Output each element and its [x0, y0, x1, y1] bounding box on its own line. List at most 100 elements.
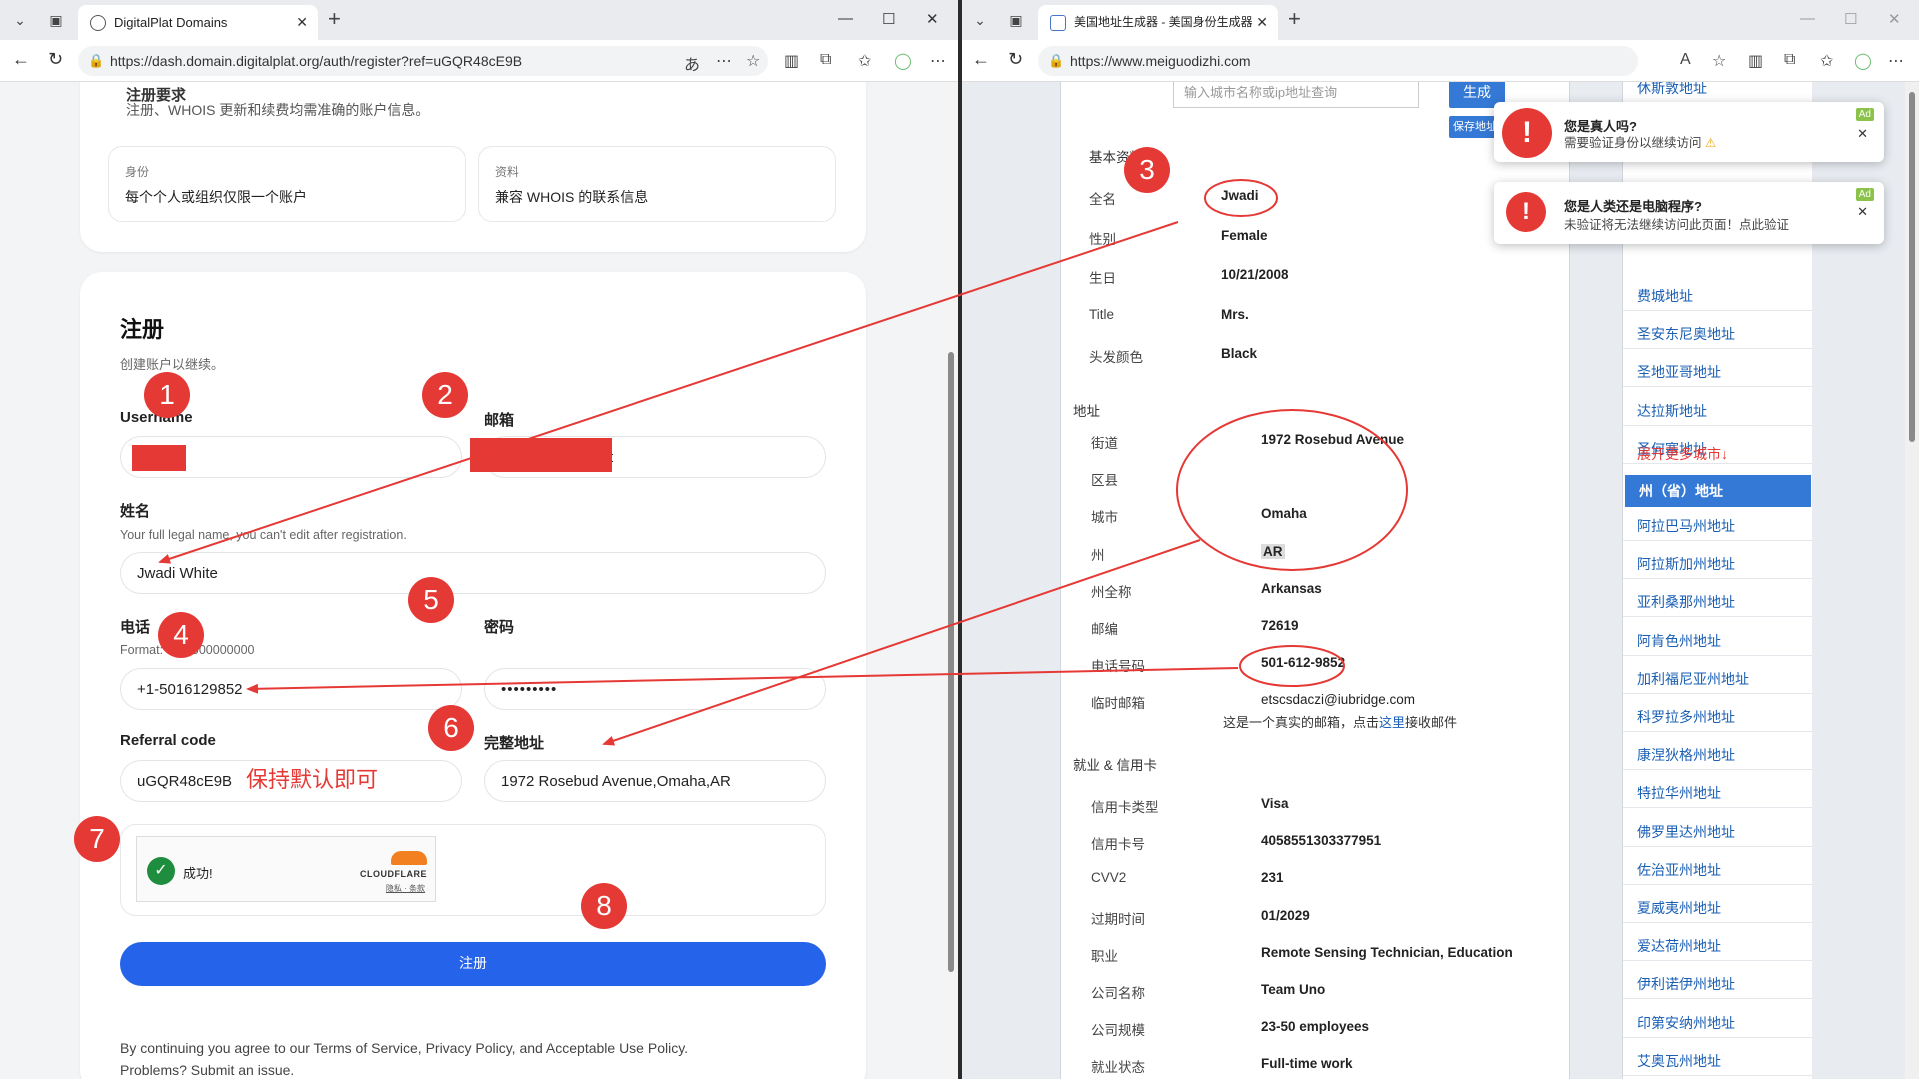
workspaces-icon[interactable]: ▣: [1004, 8, 1028, 32]
tab-actions-icon[interactable]: ⌄: [8, 8, 32, 32]
collections-icon[interactable]: ✩: [858, 51, 871, 71]
url-field[interactable]: 🔒 https://dash.domain.digitalplat.org/au…: [78, 46, 768, 76]
minimize-icon[interactable]: —: [838, 10, 853, 27]
collections-icon[interactable]: ✩: [1820, 51, 1833, 71]
maximize-icon[interactable]: ☐: [1844, 10, 1857, 28]
split-screen-icon[interactable]: ▥: [784, 51, 799, 71]
field-value[interactable]: Mrs.: [1221, 307, 1249, 322]
field-key: 过期时间: [1091, 911, 1145, 927]
menu-icon[interactable]: ⋯: [930, 51, 946, 71]
field-value[interactable]: Black: [1221, 346, 1257, 361]
field-value[interactable]: Jwadi: [1221, 188, 1259, 203]
password-label: 密码: [484, 619, 515, 636]
favorite-icon[interactable]: ☆: [746, 51, 760, 71]
field-value[interactable]: etscsdaczi@iubridge.com: [1261, 692, 1415, 707]
field-value[interactable]: 72619: [1261, 618, 1299, 633]
minimize-icon[interactable]: —: [1800, 10, 1815, 27]
close-window-icon[interactable]: ✕: [926, 10, 939, 28]
email-inbox-link[interactable]: 这里: [1379, 715, 1405, 730]
sidebar-state-link[interactable]: 伊利诺伊州地址: [1637, 974, 1735, 994]
tab-actions-icon[interactable]: ⌄: [968, 8, 992, 32]
sidebar-city-link[interactable]: 圣安东尼奥地址: [1637, 324, 1735, 344]
close-popup-icon[interactable]: ✕: [1857, 204, 1868, 220]
field-value[interactable]: Team Uno: [1261, 982, 1325, 997]
profile-check-icon[interactable]: ◯: [1854, 51, 1872, 71]
captcha-links[interactable]: 隐私 · 条款: [386, 883, 425, 894]
close-tab-icon[interactable]: ✕: [1256, 5, 1268, 40]
sidebar-state-link[interactable]: 康涅狄格州地址: [1637, 745, 1735, 765]
field-value[interactable]: Arkansas: [1261, 581, 1322, 596]
sidebar-city-partial[interactable]: 休斯敦地址: [1637, 82, 1707, 98]
left-scrollbar[interactable]: [944, 82, 958, 1079]
back-icon[interactable]: ←: [12, 49, 30, 70]
left-scroll-thumb[interactable]: [948, 352, 954, 972]
verify-popup-2[interactable]: ! 您是人类还是电脑程序? 未验证将无法继续访问此页面！点此验证 Ad ✕: [1494, 182, 1884, 244]
sidebar-state-link[interactable]: 阿肯色州地址: [1637, 631, 1721, 651]
sidebar-city-link[interactable]: 达拉斯地址: [1637, 401, 1707, 421]
translate-icon[interactable]: あ: [684, 51, 700, 75]
field-value[interactable]: AR: [1261, 543, 1285, 559]
field-value[interactable]: Visa: [1261, 796, 1289, 811]
sidebar-state-link[interactable]: 科罗拉多州地址: [1637, 707, 1735, 727]
extensions-icon[interactable]: ⧉: [1784, 51, 1795, 69]
right-scroll-thumb[interactable]: [1909, 92, 1915, 442]
profile-check-icon[interactable]: ◯: [894, 51, 912, 71]
sidebar-state-link[interactable]: 加利福尼亚州地址: [1637, 669, 1749, 689]
register-button[interactable]: 注册: [120, 942, 826, 986]
refresh-icon[interactable]: ↻: [48, 49, 63, 70]
profile-card: 资料 兼容 WHOIS 的联系信息: [478, 146, 836, 222]
refresh-icon[interactable]: ↻: [1008, 49, 1023, 70]
field-value[interactable]: Female: [1221, 228, 1268, 243]
sidebar-state-link[interactable]: 夏威夷州地址: [1637, 898, 1721, 918]
address-generator-page: 输入城市名称或ip地址查询 生成 保存地址 基本资料 全名 Jwadi 性别 Fema…: [962, 82, 1905, 1079]
field-value[interactable]: 1972 Rosebud Avenue: [1261, 432, 1404, 447]
sidebar-city-link[interactable]: 圣地亚哥地址: [1637, 362, 1721, 382]
city-search-input[interactable]: 输入城市名称或ip地址查询: [1173, 82, 1419, 108]
expand-more-cities-link[interactable]: 展开更多城市↓: [1637, 444, 1728, 464]
captcha-widget[interactable]: ✓ 成功! CLOUDFLARE 隐私 · 条款: [136, 836, 436, 902]
field-value[interactable]: 501-612-9852: [1261, 655, 1345, 670]
menu-icon[interactable]: ⋯: [1888, 51, 1904, 71]
sidebar-state-link[interactable]: 艾奥瓦州地址: [1637, 1051, 1721, 1071]
sidebar-state-link[interactable]: 特拉华州地址: [1637, 783, 1721, 803]
field-value[interactable]: 01/2029: [1261, 908, 1310, 923]
sidebar-city-link[interactable]: 费城地址: [1637, 286, 1693, 306]
maximize-icon[interactable]: ☐: [882, 10, 895, 28]
more-page-icon[interactable]: ⋯: [716, 51, 732, 71]
field-value[interactable]: Remote Sensing Technician, Education: [1261, 945, 1513, 960]
field-value[interactable]: 10/21/2008: [1221, 267, 1289, 282]
extensions-icon[interactable]: ⧉: [820, 51, 831, 69]
new-tab-icon[interactable]: +: [328, 8, 341, 30]
field-value[interactable]: 4058551303377951: [1261, 833, 1381, 848]
sidebar-state-link[interactable]: 佛罗里达州地址: [1637, 822, 1735, 842]
address-section-title: 地址: [1073, 404, 1100, 419]
tab-digitalplat[interactable]: DigitalPlat Domains ✕: [78, 5, 318, 40]
back-icon[interactable]: ←: [972, 49, 990, 70]
favorite-icon[interactable]: ☆: [1712, 51, 1726, 71]
right-scrollbar[interactable]: [1905, 82, 1919, 1079]
address-input[interactable]: 1972 Rosebud Avenue,Omaha,AR: [484, 760, 826, 802]
field-value[interactable]: Full-time work: [1261, 1056, 1353, 1071]
sidebar-state-link[interactable]: 阿拉巴马州地址: [1637, 516, 1735, 536]
close-window-icon[interactable]: ✕: [1888, 10, 1901, 28]
sidebar-state-link[interactable]: 阿拉斯加州地址: [1637, 554, 1735, 574]
field-value[interactable]: Omaha: [1261, 506, 1307, 521]
phone-input[interactable]: +1-5016129852: [120, 668, 462, 710]
verify-popup-1[interactable]: ! 您是真人吗? 需要验证身份以继续访问 ⚠ Ad ✕: [1494, 102, 1884, 162]
sidebar-state-link[interactable]: 爱达荷州地址: [1637, 936, 1721, 956]
field-value[interactable]: 231: [1261, 870, 1284, 885]
sidebar-state-link[interactable]: 印第安纳州地址: [1637, 1013, 1735, 1033]
read-aloud-icon[interactable]: A: [1680, 51, 1691, 69]
sidebar-state-link[interactable]: 佐治亚州地址: [1637, 860, 1721, 880]
split-screen-icon[interactable]: ▥: [1748, 51, 1763, 71]
tab-meiguodizhi[interactable]: 美国地址生成器 - 美国身份生成器 ✕: [1038, 5, 1278, 40]
close-tab-icon[interactable]: ✕: [296, 5, 308, 40]
name-input[interactable]: Jwadi White: [120, 552, 826, 594]
url-field[interactable]: 🔒 https://www.meiguodizhi.com: [1038, 46, 1638, 76]
sidebar-state-link[interactable]: 亚利桑那州地址: [1637, 592, 1735, 612]
new-tab-icon[interactable]: +: [1288, 8, 1301, 30]
password-input[interactable]: •••••••••: [484, 668, 826, 710]
field-value[interactable]: 23-50 employees: [1261, 1019, 1369, 1034]
workspaces-icon[interactable]: ▣: [44, 8, 68, 32]
close-popup-icon[interactable]: ✕: [1857, 126, 1868, 142]
